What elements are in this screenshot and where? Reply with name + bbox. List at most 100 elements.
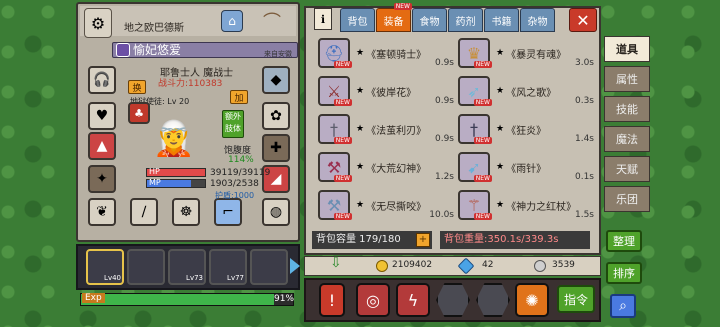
tab-4[interactable]: 书籍 bbox=[484, 8, 519, 32]
side-tab-4[interactable]: 天赋 bbox=[604, 156, 650, 182]
double-axe-icon: ⚒ NEW bbox=[318, 190, 352, 220]
item-time: 10.0s bbox=[429, 210, 454, 220]
inventory-item[interactable]: ⚚ NEW ★ 《神力之红杖》 1.5s bbox=[458, 190, 598, 220]
equip-slot-gun[interactable]: ⌐ bbox=[214, 198, 242, 226]
tab-0[interactable]: 背包 bbox=[340, 8, 375, 32]
equip-slot-shoes[interactable]: ❦ bbox=[88, 198, 116, 226]
new-badge: NEW bbox=[333, 175, 352, 182]
close-icon[interactable]: ✕ bbox=[569, 8, 597, 32]
inventory-item[interactable]: ⚒ NEW ★ 《无尽撕咬》 10.0s bbox=[318, 190, 458, 220]
new-badge: NEW bbox=[473, 213, 492, 220]
helmet-icon: ⛑ NEW bbox=[318, 38, 352, 68]
add-button[interactable]: 加 bbox=[230, 90, 248, 104]
equip-slot-gloves[interactable]: ✚ bbox=[262, 134, 290, 162]
star-icon: ★ bbox=[356, 86, 365, 96]
next-arrow-icon[interactable] bbox=[290, 258, 300, 274]
command-button[interactable]: 指令 bbox=[557, 285, 595, 313]
origin-text: 来自安徽 bbox=[264, 50, 292, 58]
staff-icon: ⚚ NEW bbox=[458, 190, 492, 220]
organize-button[interactable]: 整理 bbox=[606, 230, 642, 252]
inventory-item[interactable]: † NEW ★ 《狂炎》 1.4s bbox=[458, 114, 598, 144]
tab-label: 杂物 bbox=[527, 16, 548, 28]
equip-slot-wings[interactable]: ✿ bbox=[262, 102, 290, 130]
axe-icon: ⚒ NEW bbox=[318, 152, 352, 182]
new-badge: NEW bbox=[333, 61, 352, 68]
star-icon: ★ bbox=[356, 200, 365, 210]
heart-icon[interactable]: ♣ bbox=[128, 102, 150, 124]
tab-1[interactable]: 装备 NEW bbox=[376, 3, 412, 32]
quest-icon[interactable]: ! bbox=[319, 283, 345, 317]
star-icon: ★ bbox=[496, 162, 505, 172]
realm-name: 地之欧巴德斯 bbox=[124, 23, 184, 34]
gold-coin-icon bbox=[376, 260, 388, 272]
tab-label: 装备 bbox=[383, 16, 404, 28]
party-slot-1[interactable]: Lv40 bbox=[86, 249, 124, 285]
home-icon[interactable]: ⌂ bbox=[221, 10, 243, 32]
sort-button[interactable]: 排序 bbox=[606, 262, 642, 284]
star-icon: ★ bbox=[496, 200, 505, 210]
side-tab-0[interactable]: 道具 bbox=[604, 36, 650, 62]
side-tab-2[interactable]: 技能 bbox=[604, 96, 650, 122]
new-badge: NEW bbox=[333, 213, 352, 220]
download-icon[interactable]: ⇩ bbox=[330, 255, 342, 271]
inventory-item[interactable]: † NEW ★ 《法茧利刃》 0.9s bbox=[318, 114, 458, 144]
inventory-item[interactable]: ➶ NEW ★ 《风之歌》 0.3s bbox=[458, 76, 598, 106]
inventory-item[interactable]: ⚒ NEW ★ 《大荒幻神》 1.2s bbox=[318, 152, 458, 182]
tab-5[interactable]: 杂物 bbox=[520, 8, 555, 32]
item-time: 1.2s bbox=[434, 172, 454, 182]
star-icon: ★ bbox=[356, 124, 365, 134]
search-icon[interactable]: ⌕ bbox=[610, 294, 636, 318]
star-icon: ★ bbox=[356, 162, 365, 172]
equip-slot-accessory[interactable]: ♥ bbox=[88, 102, 116, 130]
inventory-item[interactable]: ⚔ NEW ★ 《彼岸花》 0.9s bbox=[318, 76, 458, 106]
character-portrait: 🧝 bbox=[152, 119, 196, 159]
inventory-item[interactable]: ♛ NEW ★ 《暴灵有魂》 3.0s bbox=[458, 38, 598, 68]
inventory-item[interactable]: ➹ NEW ★ 《雨针》 0.1s bbox=[458, 152, 598, 182]
equip-slot-vial[interactable]: ◍ bbox=[262, 198, 290, 226]
equip-slot-armor[interactable]: ▲ bbox=[88, 132, 116, 160]
tab-label: 食物 bbox=[419, 16, 440, 28]
star-icon: ★ bbox=[356, 48, 365, 58]
item-time: 1.4s bbox=[574, 134, 594, 144]
expand-capacity-button[interactable]: + bbox=[416, 233, 430, 247]
item-time: 0.3s bbox=[574, 96, 594, 106]
party-slot-level: Lv40 bbox=[104, 274, 121, 282]
extra-body-button[interactable]: 额外肢体 bbox=[222, 110, 244, 138]
party-slot-3[interactable]: Lv73 bbox=[168, 249, 206, 285]
silver-coin-icon bbox=[534, 260, 546, 272]
target-skill-icon[interactable]: ◎ bbox=[356, 283, 390, 317]
new-badge: NEW bbox=[393, 3, 412, 10]
info-icon[interactable]: ℹ bbox=[314, 8, 332, 30]
satiety-value: 114% bbox=[228, 155, 254, 165]
equip-slot-helmet[interactable]: ◆ bbox=[262, 66, 290, 94]
mp-label: MP bbox=[149, 178, 161, 187]
tab-2[interactable]: 食物 bbox=[412, 8, 447, 32]
hanger-icon[interactable]: ⌒ bbox=[258, 10, 286, 33]
equip-slot-earphones[interactable]: 🎧 bbox=[88, 66, 116, 94]
bag-weight: 背包重量:350.1s/339.3s bbox=[440, 231, 590, 249]
lightning-skill-icon[interactable]: ϟ bbox=[396, 283, 430, 317]
bag-capacity: 背包容量 179/180 bbox=[312, 231, 432, 249]
party-slot-5[interactable] bbox=[250, 249, 288, 285]
new-badge: NEW bbox=[473, 99, 492, 106]
swap-button[interactable]: 换 bbox=[128, 80, 146, 94]
inventory-item[interactable]: ⛑ NEW ★ 《塞顿骑士》 0.9s bbox=[318, 38, 458, 68]
party-slot-level: Lv77 bbox=[227, 274, 244, 282]
equip-slot-staff[interactable]: ∕ bbox=[130, 198, 158, 226]
dagger-icon: † NEW bbox=[458, 114, 492, 144]
fire-skill-icon[interactable]: ✺ bbox=[515, 283, 549, 317]
side-tab-5[interactable]: 乐团 bbox=[604, 186, 650, 212]
equip-slot-boots[interactable]: ✦ bbox=[88, 165, 116, 193]
blade-icon: ➶ NEW bbox=[458, 76, 492, 106]
sword-icon: ⚔ NEW bbox=[318, 76, 352, 106]
star-icon: ★ bbox=[496, 86, 505, 96]
dagger-icon: † NEW bbox=[318, 114, 352, 144]
side-tab-1[interactable]: 属性 bbox=[604, 66, 650, 92]
party-slot-2[interactable] bbox=[127, 249, 165, 285]
new-badge: NEW bbox=[333, 99, 352, 106]
equip-slot-pet[interactable]: ☸ bbox=[172, 198, 200, 226]
party-slot-4[interactable]: Lv77 bbox=[209, 249, 247, 285]
tab-3[interactable]: 药剂 bbox=[448, 8, 483, 32]
side-tab-3[interactable]: 魔法 bbox=[604, 126, 650, 152]
mp-value: 1903/2538 bbox=[210, 179, 259, 189]
